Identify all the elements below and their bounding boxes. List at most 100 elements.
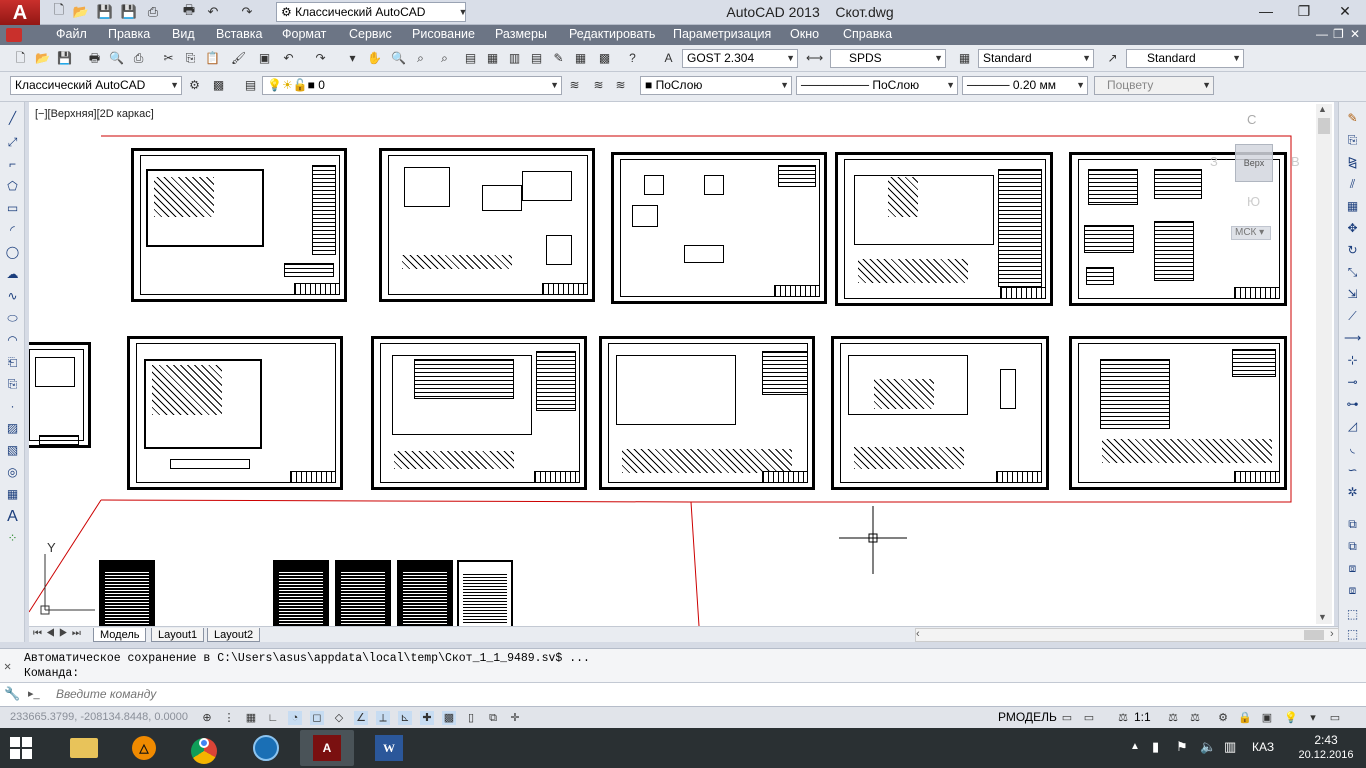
word-icon[interactable]: W (362, 730, 416, 766)
show-lineweight-icon[interactable]: ✚ (420, 711, 434, 725)
quickcalc-icon[interactable]: ▦ (572, 50, 589, 67)
extend-icon[interactable]: ⟶ (1344, 330, 1361, 347)
text-sheet[interactable] (99, 560, 155, 626)
workspace-select[interactable]: ⚙ Классический AutoCAD (276, 2, 466, 22)
hatch-icon[interactable]: ▨ (4, 420, 21, 437)
table-style-icon[interactable]: ▦ (956, 50, 973, 67)
object-snap-icon[interactable]: ◻ (310, 711, 324, 725)
sheet-set-icon[interactable]: ▤ (528, 50, 545, 67)
vertical-scrollbar[interactable]: ▲ ▼ (1316, 104, 1332, 624)
save-as-icon[interactable]: 💾 (120, 3, 138, 21)
quick-view-layouts-icon[interactable]: ▭ (1060, 711, 1074, 725)
dynamic-ucs-icon[interactable]: ⟂ (376, 711, 390, 725)
markup-icon[interactable]: ✎ (550, 50, 567, 67)
design-center-icon[interactable]: ▦ (484, 50, 501, 67)
spline-icon[interactable]: ∿ (4, 288, 21, 305)
text-style-icon[interactable]: A (660, 50, 677, 67)
ellipse-icon[interactable]: ⬭ (4, 310, 21, 327)
layer-state-icon[interactable]: ≋ (612, 77, 629, 94)
paste-icon[interactable]: 📋 (204, 50, 221, 67)
polygon-icon[interactable]: ⬠ (4, 178, 21, 195)
layer-properties-icon[interactable]: ▤ (242, 77, 259, 94)
object-snap-tracking-icon[interactable]: ∠ (354, 711, 368, 725)
drawing-sheet[interactable] (611, 152, 827, 304)
chamfer-icon[interactable]: ◿ (1344, 418, 1361, 435)
copy-object-icon[interactable]: ⎘ (1344, 132, 1361, 149)
minimize-icon[interactable]: — (1248, 0, 1284, 22)
flag-icon[interactable]: ⚑ (1176, 739, 1188, 755)
3d-osnap-icon[interactable]: ◇ (332, 711, 346, 725)
selection-cycling-icon[interactable]: ⧉ (486, 711, 500, 725)
text-style-select[interactable]: GOST 2.304 ▼ (682, 49, 798, 68)
menu-draw[interactable]: Рисование (412, 27, 475, 41)
command-prompt-icon[interactable]: ▸_ (28, 687, 40, 700)
draworder-icon[interactable]: ⧈ (1344, 560, 1361, 577)
file-explorer-icon[interactable] (56, 730, 110, 766)
menu-view[interactable]: Вид (172, 27, 195, 41)
menu-insert[interactable]: Вставка (216, 27, 262, 41)
application-menu-button[interactable]: A (0, 0, 40, 27)
hide-objects-icon[interactable]: ⬚ (1344, 606, 1361, 623)
drawing-sheet[interactable] (831, 336, 1049, 490)
layer-previous-icon[interactable]: ≋ (590, 77, 607, 94)
annotation-monitor-icon[interactable]: ✛ (508, 711, 522, 725)
properties-icon[interactable]: ▤ (462, 50, 479, 67)
ucs-menu[interactable]: МСК ▾ (1231, 226, 1271, 240)
hardware-acceleration-icon[interactable]: ▣ (1260, 711, 1274, 725)
tab-model[interactable]: Модель (93, 628, 147, 642)
scroll-up-icon[interactable]: ▲ (1318, 104, 1327, 114)
menu-edit[interactable]: Правка (108, 27, 150, 41)
transparency-icon[interactable]: ▩ (442, 711, 456, 725)
autocad-taskbar-icon[interactable]: A (300, 730, 354, 766)
scroll-right-icon[interactable]: › (1330, 628, 1334, 640)
menu-parametric[interactable]: Параметризация (673, 27, 771, 41)
point-icon[interactable]: · (4, 398, 21, 415)
menu-modify[interactable]: Редактировать (569, 27, 655, 41)
close-icon[interactable]: ✕ (1324, 0, 1366, 22)
snap-mode-icon[interactable]: ⋮ (222, 711, 236, 725)
stretch-icon[interactable]: ⇲ (1344, 286, 1361, 303)
annotation-visibility-icon[interactable]: ⚖ (1166, 711, 1180, 725)
restore-icon[interactable]: ❐ (1286, 0, 1322, 22)
menu-help[interactable]: Справка (843, 27, 892, 41)
drawing-area[interactable]: [−][Верхняя][2D каркас] Y С З В Ю Верх М… (29, 102, 1334, 626)
quick-view-drawings-icon[interactable]: ▭ (1082, 711, 1096, 725)
menu-window[interactable]: Окно (790, 27, 819, 41)
close-icon[interactable]: ✕ (4, 659, 11, 674)
menu-tools[interactable]: Сервис (349, 27, 392, 41)
menu-format[interactable]: Формат (282, 27, 326, 41)
break-icon[interactable]: ⊸ (1344, 374, 1361, 391)
zoom-previous-icon[interactable]: ⌕ (436, 50, 453, 67)
text-sheet[interactable] (457, 560, 513, 626)
color-select[interactable]: ■ ПоСлою ▼ (640, 76, 792, 95)
grid-display-icon[interactable]: ▦ (244, 711, 258, 725)
block-editor-icon[interactable]: ▣ (256, 50, 273, 67)
add-selected-icon[interactable]: ⁘ (4, 530, 21, 547)
match-properties-icon[interactable]: 🖌 (230, 50, 247, 67)
workspace-settings-icon[interactable]: ⚙ (186, 77, 203, 94)
annotation-scale-icon[interactable]: ⚖ (1116, 711, 1130, 725)
model-space-toggle[interactable]: РМОДЕЛЬ (998, 710, 1057, 724)
dim-style-select[interactable]: SPDS ▼ (830, 49, 946, 68)
mleader-style-icon[interactable]: ↗ (1104, 50, 1121, 67)
menu-file[interactable]: Файл (56, 27, 87, 41)
text-sheet[interactable] (273, 560, 329, 626)
zoom-window-icon[interactable]: ⌕ (412, 50, 429, 67)
blend-icon[interactable]: ∽ (1344, 462, 1361, 479)
clock-date[interactable]: 20.12.2016 (1292, 749, 1360, 761)
volume-icon[interactable]: 🔈 (1200, 739, 1216, 755)
doc-close-icon[interactable]: ✕ (1350, 27, 1360, 41)
avast-icon[interactable]: △ (118, 730, 172, 766)
isolate-icon[interactable]: ⬚ (1344, 626, 1361, 643)
text-sheet[interactable] (397, 560, 453, 626)
chevron-down-icon[interactable]: ▼ (454, 3, 472, 21)
rotate-icon[interactable]: ↻ (1344, 242, 1361, 259)
tab-navigation-icons[interactable]: ⏮◀▶⏭ (33, 628, 85, 639)
table-icon[interactable]: ▦ (4, 486, 21, 503)
language-indicator[interactable]: КАЗ (1252, 740, 1274, 754)
make-block-icon[interactable]: ⎘ (4, 376, 21, 393)
auto-scale-icon[interactable]: ⚖ (1188, 711, 1202, 725)
chrome-icon[interactable] (178, 730, 232, 766)
publish-icon[interactable]: ⎙ (130, 50, 147, 67)
ortho-mode-icon[interactable]: ∟ (266, 711, 280, 725)
